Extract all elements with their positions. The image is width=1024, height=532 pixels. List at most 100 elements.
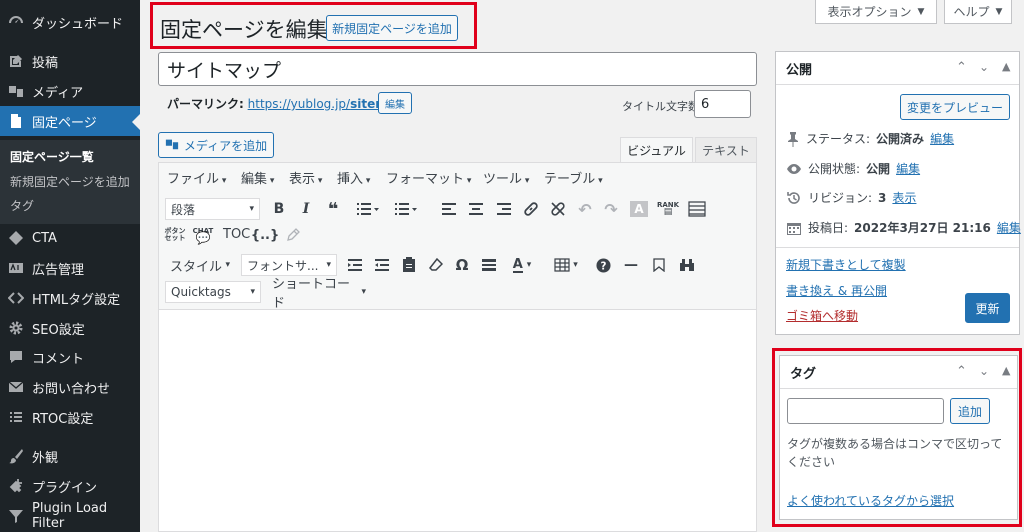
sidebar-item-appearance[interactable]: 外観 — [0, 441, 140, 471]
table-grid-icon[interactable] — [685, 197, 709, 221]
button-shortcode-icon[interactable]: ボタン セット — [163, 223, 187, 247]
help-tab[interactable]: ヘルプ ▼ — [944, 0, 1012, 24]
code-block-icon[interactable]: {..} — [251, 223, 279, 247]
text-highlight-icon[interactable]: A — [627, 197, 651, 221]
move-down-icon[interactable]: ⌄ — [979, 364, 989, 378]
admin-sidebar: ダッシュボード 投稿 メディア 固定ページ 固定ページ一覧 新規固定ページを追加… — [0, 0, 140, 532]
menu-edit[interactable]: 編集 — [241, 168, 274, 187]
status-edit-link[interactable]: 編集 — [930, 130, 954, 147]
bold-icon[interactable]: B — [267, 197, 291, 221]
quicktags-select[interactable]: Quicktags — [165, 281, 261, 303]
format-select[interactable]: 段落 — [165, 198, 260, 220]
choose-popular-tags-link[interactable]: よく使われているタグから選択 — [787, 492, 954, 509]
sidebar-item-seo[interactable]: SEO設定 — [0, 313, 140, 343]
sidebar-item-posts[interactable]: 投稿 — [0, 46, 140, 76]
paste-text-icon[interactable] — [397, 253, 421, 277]
status-label: ステータス: — [806, 132, 871, 146]
menu-table[interactable]: テーブル — [544, 168, 603, 187]
blockquote-icon[interactable]: ❝ — [321, 197, 345, 221]
sidebar-item-label: コメント — [32, 351, 85, 367]
visibility-edit-link[interactable]: 編集 — [896, 160, 920, 177]
sidebar-item-cta[interactable]: CTA — [0, 223, 140, 253]
clear-formatting-icon[interactable] — [424, 253, 448, 277]
permalink-edit-button[interactable]: 編集 — [378, 92, 412, 114]
chat-icon[interactable]: CHAT 💬 — [191, 223, 215, 247]
sidebar-item-contact[interactable]: お問い合わせ — [0, 372, 140, 402]
post-title-input[interactable] — [158, 52, 757, 86]
align-center-icon[interactable] — [464, 197, 488, 221]
menu-view[interactable]: 表示 — [289, 168, 322, 187]
tags-description: タグが複数ある場合はコンマで区切ってください — [787, 437, 1003, 469]
find-replace-icon[interactable] — [675, 253, 699, 277]
insert-link-icon[interactable] — [519, 197, 543, 221]
outdent-icon[interactable] — [370, 253, 394, 277]
sidebar-item-rtoc[interactable]: RTOC設定 — [0, 402, 140, 432]
revisions-view-link[interactable]: 表示 — [892, 189, 916, 206]
redo-icon[interactable]: ↷ — [599, 197, 623, 221]
submenu-tags[interactable]: タグ — [10, 197, 34, 214]
bookmark-icon[interactable] — [647, 253, 671, 277]
editor-content-area[interactable] — [159, 311, 756, 531]
submenu-add-new-page[interactable]: 新規固定ページを追加 — [10, 173, 130, 190]
bullet-list-icon[interactable] — [351, 197, 385, 221]
rewrite-republish-link[interactable]: 書き換え & 再公開 — [786, 282, 887, 299]
align-right-icon[interactable] — [492, 197, 516, 221]
screen-options-tab[interactable]: 表示オプション ▼ — [815, 0, 937, 24]
sidebar-item-html-tags[interactable]: HTMLタグ設定 — [0, 283, 140, 313]
text-color-icon[interactable]: A ▾ — [505, 253, 539, 277]
move-to-trash-link[interactable]: ゴミ箱へ移動 — [786, 307, 858, 324]
tab-text[interactable]: テキスト — [695, 137, 757, 162]
move-down-icon[interactable]: ⌄ — [979, 60, 989, 74]
code-icon — [6, 288, 26, 308]
shortcode-select[interactable]: ショートコード — [267, 277, 371, 311]
toggle-panel-icon[interactable]: ▲ — [1002, 364, 1010, 377]
sidebar-item-ads[interactable]: 広告管理 — [0, 253, 140, 283]
horizontal-line-icon[interactable] — [477, 253, 501, 277]
sidebar-item-comments[interactable]: コメント — [0, 342, 140, 372]
copy-as-draft-link[interactable]: 新規下書きとして複製 — [786, 256, 906, 273]
move-up-icon[interactable]: ⌃ — [956, 60, 967, 75]
tab-visual[interactable]: ビジュアル — [620, 137, 693, 162]
menu-tools[interactable]: ツール — [483, 168, 529, 187]
style-select[interactable]: スタイル — [165, 254, 235, 276]
toggle-panel-icon[interactable]: ▲ — [1002, 60, 1010, 73]
sidebar-item-plugins[interactable]: プラグイン — [0, 471, 140, 501]
sidebar-item-pages[interactable]: 固定ページ — [0, 106, 140, 136]
toc-button[interactable]: TOC — [223, 227, 250, 242]
move-up-icon[interactable]: ⌃ — [956, 364, 967, 379]
add-new-page-button[interactable]: 新規固定ページを追加 — [326, 15, 458, 41]
dash-icon[interactable]: — — [619, 253, 643, 277]
menu-file[interactable]: ファイル — [167, 168, 226, 187]
add-media-label: メディアを追加 — [183, 138, 268, 153]
new-tag-input[interactable] — [787, 398, 944, 424]
submenu-all-pages[interactable]: 固定ページ一覧 — [10, 148, 94, 165]
help-circle-icon[interactable]: ? — [591, 253, 615, 277]
add-tag-button[interactable]: 追加 — [950, 398, 990, 424]
ranking-icon[interactable]: RANK ▤ — [656, 197, 680, 221]
update-button[interactable]: 更新 — [965, 293, 1010, 323]
special-character-icon[interactable]: Ω — [450, 253, 474, 277]
numbered-list-icon[interactable] — [389, 197, 423, 221]
preview-changes-button[interactable]: 変更をプレビュー — [900, 94, 1010, 120]
sidebar-item-media[interactable]: メディア — [0, 76, 140, 106]
status-row: ステータス: 公開済み 編集 — [786, 130, 954, 147]
table-icon[interactable]: ▾ — [549, 253, 583, 277]
edit-pencil-icon[interactable] — [281, 223, 305, 247]
add-media-button[interactable]: メディアを追加 — [158, 132, 274, 158]
menu-insert[interactable]: 挿入 — [337, 168, 370, 187]
caret-down-icon: ▼ — [917, 6, 925, 17]
menu-format[interactable]: フォーマット — [386, 168, 471, 187]
date-edit-link[interactable]: 編集 — [997, 219, 1021, 236]
unlink-icon[interactable] — [546, 197, 570, 221]
undo-icon[interactable]: ↶ — [573, 197, 597, 221]
quicktags-select-value: Quicktags — [171, 285, 231, 299]
dashboard-icon — [6, 12, 26, 32]
eye-icon — [787, 163, 801, 174]
italic-icon[interactable]: I — [294, 197, 318, 221]
align-left-icon[interactable] — [437, 197, 461, 221]
tags-box: タグ ⌃ ⌄ ▲ 追加 タグが複数ある場合はコンマで区切ってください よく使われ… — [779, 355, 1018, 520]
tags-box-title: タグ — [790, 366, 817, 382]
pin-icon — [788, 131, 798, 147]
sidebar-item-dashboard[interactable]: ダッシュボード — [0, 7, 140, 37]
sidebar-item-plugin-load-filter[interactable]: Plugin Load Filter — [0, 501, 140, 531]
